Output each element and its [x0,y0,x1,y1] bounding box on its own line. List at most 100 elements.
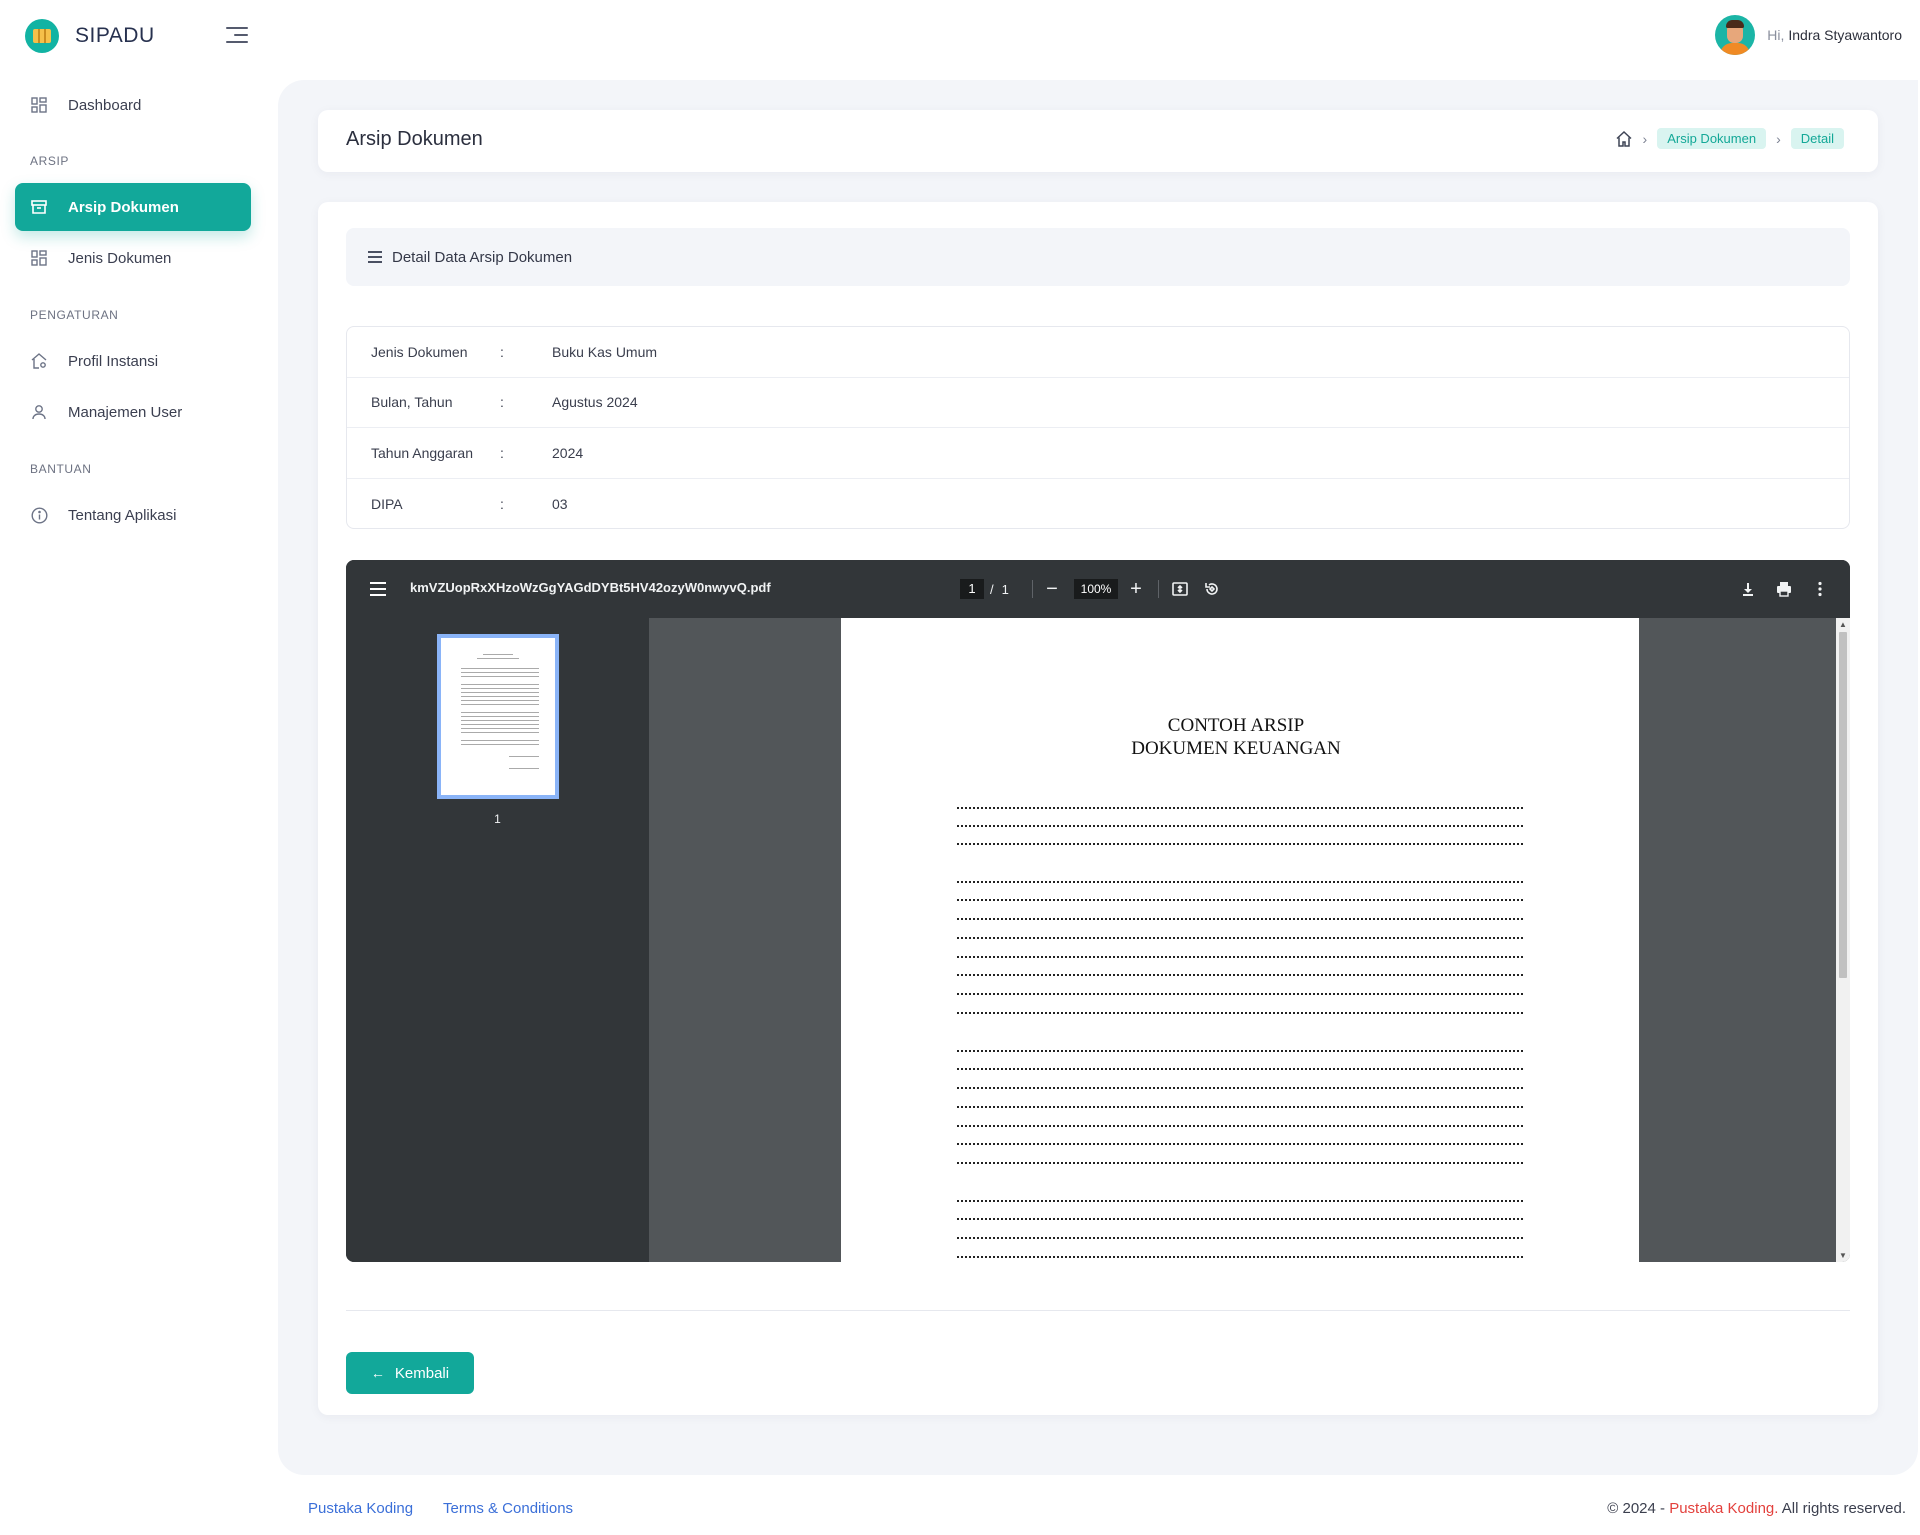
dotted-line [957,807,1523,809]
nav-section-arsip: ARSIP [30,154,70,168]
footer-link-terms[interactable]: Terms & Conditions [443,1500,573,1517]
document-title-line: CONTOH ARSIP [1167,715,1305,736]
copyright-brand-link[interactable]: Pustaka Koding. [1669,1500,1778,1517]
menu-icon[interactable] [370,582,386,596]
dotted-line [957,937,1523,939]
download-icon[interactable] [1736,577,1760,601]
sidebar-item-label: Manajemen User [68,403,183,421]
detail-row: Jenis Dokumen : Buku Kas Umum [347,327,1849,378]
card-title: Detail Data Arsip Dokumen [392,248,573,266]
zoom-in-icon[interactable]: + [1124,577,1148,601]
detail-value: Agustus 2024 [552,394,638,411]
home-settings-icon [30,352,48,370]
page-number-input[interactable]: 1 [960,579,984,599]
pdf-toolbar: kmVZUopRxXHzoWzGgYAGdDYBt5HV42ozyW0nwyvQ… [346,560,1850,618]
document-title-line: DOKUMEN KEUANGAN [1131,738,1341,759]
back-button[interactable]: ← Kembali [346,1352,474,1394]
pdf-page-indicator: 1 / 1 [960,579,1009,599]
dotted-line [957,1050,1523,1052]
scroll-up-icon[interactable]: ▲ [1839,620,1847,629]
dotted-line [957,1012,1523,1014]
grid-icon [30,96,48,114]
breadcrumb: › Arsip Dokumen › Detail [1615,128,1844,149]
dotted-line [957,1125,1523,1127]
print-icon[interactable] [1772,577,1796,601]
home-icon[interactable] [1615,130,1633,148]
sidebar-item-manajemen-user[interactable]: Manajemen User [15,388,251,436]
arrow-left-icon: ← [370,1365,385,1381]
dotted-line [957,1237,1523,1239]
pdf-scrollbar[interactable]: ▲ ▼ [1836,618,1850,1262]
back-button-label: Kembali [394,1364,450,1382]
detail-row: Tahun Anggaran : 2024 [347,428,1849,479]
zoom-input[interactable]: 100% [1074,579,1118,599]
card-header: Detail Data Arsip Dokumen [346,228,1850,286]
sidebar-toggle-icon[interactable] [226,26,248,44]
page-separator: / [990,581,994,597]
footer-link-pustaka-koding[interactable]: Pustaka Koding [308,1500,413,1517]
detail-separator: : [500,495,504,512]
detail-separator: : [500,444,504,461]
sidebar-item-dashboard[interactable]: Dashboard [15,81,251,129]
list-icon [368,251,382,263]
divider [346,1310,1850,1311]
detail-label: Jenis Dokumen [371,343,468,360]
chevron-right-icon: › [1776,130,1781,147]
pdf-page: CONTOH ARSIP DOKUMEN KEUANGAN [841,618,1639,1262]
detail-label: Tahun Anggaran [371,444,473,461]
avatar [1715,15,1756,55]
sidebar-item-tentang-aplikasi[interactable]: Tentang Aplikasi [15,491,251,539]
dotted-line [957,993,1523,995]
dotted-line [957,825,1523,827]
toolbar-divider [1032,580,1033,598]
dotted-line [957,843,1523,845]
fit-page-icon[interactable] [1168,577,1192,601]
dotted-line [957,1068,1523,1070]
user-menu[interactable]: Hi, Indra Styawantoro [1715,14,1902,56]
main-content: Arsip Dokumen › Arsip Dokumen › Detail D… [278,80,1918,1475]
toolbar-divider [1158,580,1159,598]
breadcrumb-arsip-dokumen[interactable]: Arsip Dokumen [1657,128,1767,149]
page-thumbnail[interactable] [437,634,559,799]
app-logo-icon [25,19,59,53]
detail-card: Detail Data Arsip Dokumen Jenis Dokumen … [318,202,1878,1415]
detail-value: 03 [552,495,568,512]
breadcrumb-detail: Detail [1790,128,1844,149]
pdf-filename: kmVZUopRxXHzoWzGgYAGdDYBt5HV42ozyW0nwyvQ… [410,580,771,595]
rotate-icon[interactable] [1200,577,1224,601]
user-greeting: Hi, [1767,27,1785,43]
more-options-icon[interactable] [1808,577,1832,601]
sidebar-item-label: Jenis Dokumen [68,249,172,267]
sidebar-item-arsip-dokumen[interactable]: Arsip Dokumen [15,183,251,231]
sidebar-item-label: Profil Instansi [68,352,159,370]
user-icon [30,403,48,421]
sidebar-item-label: Arsip Dokumen [68,198,179,216]
dotted-line [957,1218,1523,1220]
archive-icon [30,198,48,216]
detail-separator: : [500,394,504,411]
app-name: SIPADU [75,24,155,47]
sidebar-item-label: Dashboard [68,96,142,114]
nav-section-pengaturan: PENGATURAN [30,308,119,322]
zoom-out-icon[interactable]: − [1040,577,1064,601]
scrollbar-thumb[interactable] [1839,632,1847,978]
nav-section-bantuan: BANTUAN [30,462,92,476]
pdf-viewer[interactable]: kmVZUopRxXHzoWzGgYAGdDYBt5HV42ozyW0nwyvQ… [346,560,1850,1262]
scroll-down-icon[interactable]: ▼ [1839,1251,1847,1260]
info-icon [30,506,48,524]
dotted-line [957,881,1523,883]
sidebar-item-profil-instansi[interactable]: Profil Instansi [15,337,251,385]
dotted-line [957,918,1523,920]
dotted-line [957,1087,1523,1089]
user-name: Indra Styawantoro [1788,27,1902,43]
document-title: CONTOH ARSIP DOKUMEN KEUANGAN [841,714,1631,760]
dotted-line [957,1162,1523,1164]
chevron-right-icon: › [1642,130,1648,147]
dotted-line [957,974,1523,976]
dotted-line [957,1106,1523,1108]
detail-table: Jenis Dokumen : Buku Kas Umum Bulan, Tah… [346,326,1850,529]
dotted-line [957,956,1523,958]
sidebar-item-jenis-dokumen[interactable]: Jenis Dokumen [15,234,251,282]
brand[interactable]: SIPADU [25,16,155,56]
detail-separator: : [500,343,504,360]
